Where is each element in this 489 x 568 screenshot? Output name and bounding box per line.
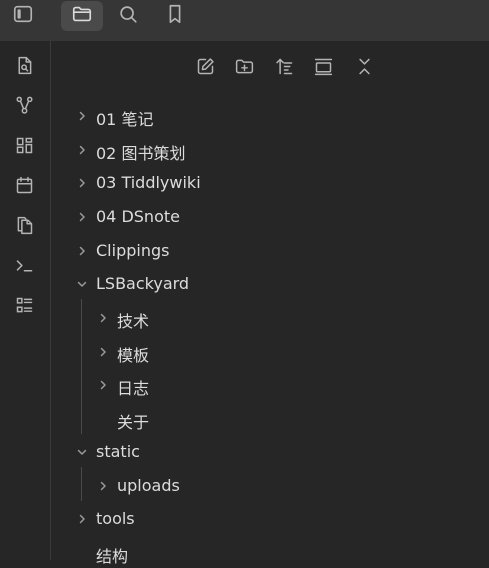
new-folder-button[interactable] [231,55,257,81]
new-note-button[interactable] [192,55,218,81]
folder-item[interactable]: static [51,437,489,467]
search-icon [117,3,139,29]
chevron-right-icon[interactable] [75,210,89,224]
folder-item[interactable]: 03 Tiddlywiki [51,168,489,198]
chevron-down-icon[interactable] [75,277,89,291]
tree-item-label: static [96,442,140,461]
bookmark-icon [164,3,186,29]
folder-item[interactable]: 02 图书策划 [51,135,489,165]
toggle-sidebar-button[interactable] [2,1,44,31]
folder-item[interactable]: uploads [51,471,489,501]
templates-button[interactable] [11,214,37,240]
folder-item[interactable]: tools [51,504,489,534]
search-tab-button[interactable] [107,1,149,31]
chevron-right-icon[interactable] [75,143,89,157]
tree-item-label: uploads [117,476,180,495]
grid-icon [14,135,35,160]
daily-note-button[interactable] [11,174,37,200]
sort-button[interactable] [271,55,297,81]
chevron-right-icon[interactable] [75,512,89,526]
outline-button[interactable] [11,294,37,320]
tree-item-label: 03 Tiddlywiki [96,173,201,192]
collapse-panel-icon [313,56,334,81]
folder-item[interactable]: Clippings [51,236,489,266]
folder-item[interactable]: 模板 [51,337,489,367]
folder-item[interactable]: LSBackyard [51,269,489,299]
chevron-right-icon[interactable] [96,311,110,325]
graph-icon [14,95,35,120]
new-folder-icon [234,56,255,81]
chevron-right-icon[interactable] [75,109,89,123]
chevron-right-icon[interactable] [75,176,89,190]
list-icon [14,295,35,320]
folder-item[interactable]: 01 笔记 [51,101,489,131]
calendar-icon [14,175,35,200]
copy-icon [14,215,35,240]
chevron-right-icon[interactable] [75,244,89,258]
sort-icon [274,56,295,81]
chevron-right-icon[interactable] [96,479,110,493]
tree-item-label: 04 DSnote [96,207,180,226]
chevron-right-icon[interactable] [96,345,110,359]
new-note-icon [195,56,216,81]
top-toolbar [0,0,489,41]
auto-reveal-button[interactable] [310,55,336,81]
folder-item[interactable]: 04 DSnote [51,202,489,232]
file-search-icon [14,55,35,80]
collapse-all-button[interactable] [351,55,377,81]
ribbon [0,41,51,560]
chevron-right-icon[interactable] [96,378,110,392]
files-tab-button[interactable] [61,1,103,31]
folder-item[interactable]: 技术 [51,303,489,333]
tree-item-label: LSBackyard [96,274,190,293]
collapse-all-icon [354,56,375,81]
tree-item-label: tools [96,509,135,528]
file-explorer: 01 笔记 02 图书策划 03 Tiddlywiki 04 DSnote Clippi… [51,41,489,566]
tree-item-label: 模板 [117,346,150,365]
file-item[interactable]: 结构 [51,538,489,568]
tree-item-label: 01 笔记 [96,110,154,129]
folder-icon [71,3,93,29]
canvas-button[interactable] [11,134,37,160]
tree-item-label: Clippings [96,241,170,260]
tree-item-label: 日志 [117,379,150,398]
folder-item[interactable]: 日志 [51,370,489,400]
command-palette-button[interactable] [11,254,37,280]
file-item[interactable]: 关于 [51,404,489,434]
file-search-button[interactable] [11,54,37,80]
tree-item-label: 02 图书策划 [96,144,186,163]
sidebar-toggle-icon [12,3,34,29]
tree-item-label: 结构 [96,547,129,566]
bookmarks-tab-button[interactable] [154,1,196,31]
terminal-icon [14,255,35,280]
tree-item-label: 关于 [117,413,150,432]
tree-item-label: 技术 [117,312,150,331]
chevron-down-icon[interactable] [75,445,89,459]
graph-view-button[interactable] [11,94,37,120]
